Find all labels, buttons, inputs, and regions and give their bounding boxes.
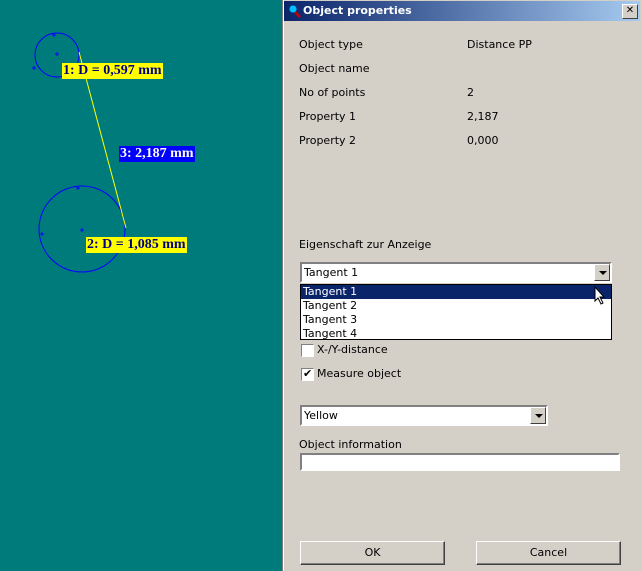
mouse-cursor-icon: [594, 286, 606, 305]
measurement-label-1[interactable]: 1: D = 0,597 mm: [62, 63, 163, 79]
dialog-titlebar[interactable]: Object properties ✕: [284, 1, 640, 21]
xy-distance-checkbox[interactable]: [301, 344, 314, 357]
geometry-layer: [32, 32, 127, 273]
measurement-label-2[interactable]: 2: D = 1,085 mm: [86, 237, 187, 253]
xy-distance-label[interactable]: X-/Y-distance: [317, 343, 388, 356]
property-1-label: Property 1: [299, 110, 357, 123]
color-select[interactable]: Yellow: [300, 405, 548, 426]
dropdown-option-tangent-2[interactable]: Tangent 2: [301, 299, 611, 313]
object-properties-dialog: Object properties ✕ Object type Distance…: [284, 0, 642, 571]
dropdown-arrow-icon[interactable]: [594, 264, 610, 281]
dropdown-option-tangent-3[interactable]: Tangent 3: [301, 313, 611, 327]
display-property-value: Tangent 1: [304, 266, 359, 279]
no-of-points-value: 2: [467, 86, 474, 99]
object-name-label: Object name: [299, 62, 370, 75]
close-button[interactable]: ✕: [622, 4, 638, 19]
cancel-button[interactable]: Cancel: [476, 541, 621, 565]
display-property-select[interactable]: Tangent 1: [300, 262, 612, 283]
property-2-label: Property 2: [299, 134, 357, 147]
ok-button[interactable]: OK: [300, 541, 445, 565]
measure-object-label[interactable]: Measure object: [317, 367, 401, 380]
dropdown-arrow-icon[interactable]: [530, 407, 546, 424]
display-property-dropdown-list: Tangent 1 Tangent 2 Tangent 3 Tangent 4: [300, 284, 612, 340]
dialog-title: Object properties: [303, 4, 412, 17]
no-of-points-label: No of points: [299, 86, 366, 99]
dropdown-option-tangent-1[interactable]: Tangent 1: [301, 285, 611, 299]
color-select-value: Yellow: [304, 409, 338, 422]
drawing-canvas[interactable]: 1: D = 0,597 mm 3: 2,187 mm 2: D = 1,085…: [0, 0, 282, 571]
display-property-label: Eigenschaft zur Anzeige: [299, 238, 432, 251]
object-information-label: Object information: [299, 438, 402, 451]
measure-object-checkbox[interactable]: ✔: [301, 367, 314, 381]
magnifier-icon: [288, 4, 301, 18]
object-type-value: Distance PP: [467, 38, 532, 51]
dropdown-option-tangent-4[interactable]: Tangent 4: [301, 327, 611, 341]
checkmark-icon: ✔: [303, 367, 313, 380]
object-information-field[interactable]: [300, 453, 620, 471]
object-type-label: Object type: [299, 38, 363, 51]
property-2-value: 0,000: [467, 134, 499, 147]
property-1-value: 2,187: [467, 110, 499, 123]
measurement-label-3[interactable]: 3: 2,187 mm: [119, 146, 195, 162]
